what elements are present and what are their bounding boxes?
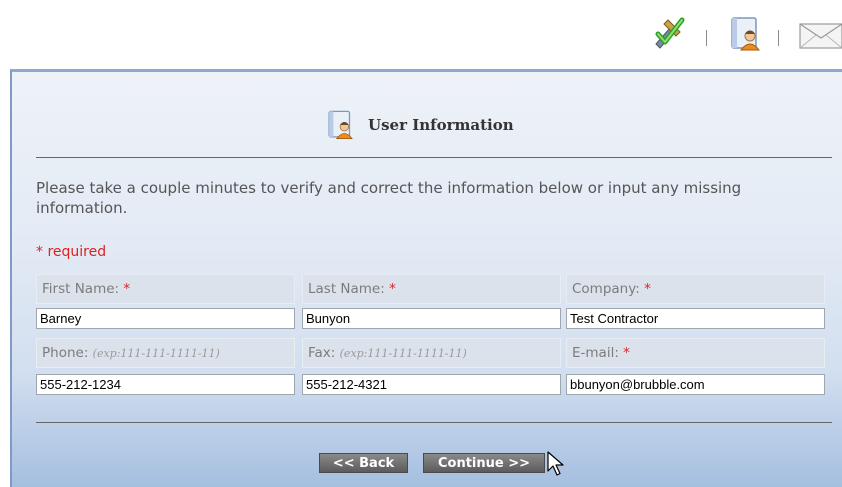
required-asterisk: *: [123, 281, 131, 297]
panel-header: User Information: [324, 108, 514, 142]
back-button[interactable]: << Back: [319, 453, 408, 473]
tools-check-icon[interactable]: [648, 14, 688, 54]
company-label: Company: *: [566, 274, 825, 304]
mail-icon[interactable]: [796, 14, 842, 54]
toolbar-separator: [706, 30, 707, 46]
email-label-text: E-mail:: [572, 345, 619, 361]
phone-label-text: Phone:: [42, 345, 89, 361]
intro-text: Please take a couple minutes to verify a…: [36, 179, 742, 217]
company-label-text: Company:: [572, 281, 640, 297]
required-asterisk: *: [389, 281, 396, 297]
last-name-label: Last Name: *: [302, 274, 561, 304]
mouse-cursor-icon: [546, 451, 566, 477]
email-label: E-mail: *: [566, 338, 825, 368]
first-name-input[interactable]: [36, 308, 295, 329]
email-input[interactable]: [566, 374, 825, 395]
phone-input[interactable]: [36, 374, 295, 395]
user-information-panel: User Information Please take a couple mi…: [10, 69, 842, 487]
top-toolbar: [0, 0, 842, 68]
divider-top: [36, 157, 832, 158]
phone-format-hint: (exp:111-111-1111-11): [92, 347, 220, 360]
last-name-label-text: Last Name:: [308, 281, 385, 297]
phone-label: Phone: (exp:111-111-1111-11): [36, 338, 295, 368]
user-info-icon: [324, 108, 358, 142]
company-input[interactable]: [566, 308, 825, 329]
fax-format-hint: (exp:111-111-1111-11): [339, 347, 467, 360]
required-asterisk: *: [644, 281, 651, 297]
divider-bottom: [36, 422, 832, 423]
required-asterisk: *: [623, 345, 630, 361]
toolbar-separator: [778, 30, 779, 46]
required-note: * required: [36, 244, 107, 260]
first-name-label-text: First Name:: [42, 281, 120, 297]
first-name-label: First Name: *: [36, 274, 295, 304]
user-info-icon[interactable]: [726, 14, 766, 54]
continue-button[interactable]: Continue >>: [423, 453, 545, 473]
last-name-input[interactable]: [302, 308, 561, 329]
fax-input[interactable]: [302, 374, 561, 395]
fax-label-text: Fax:: [308, 345, 336, 361]
panel-title: User Information: [368, 116, 514, 134]
fax-label: Fax: (exp:111-111-1111-11): [302, 338, 561, 368]
